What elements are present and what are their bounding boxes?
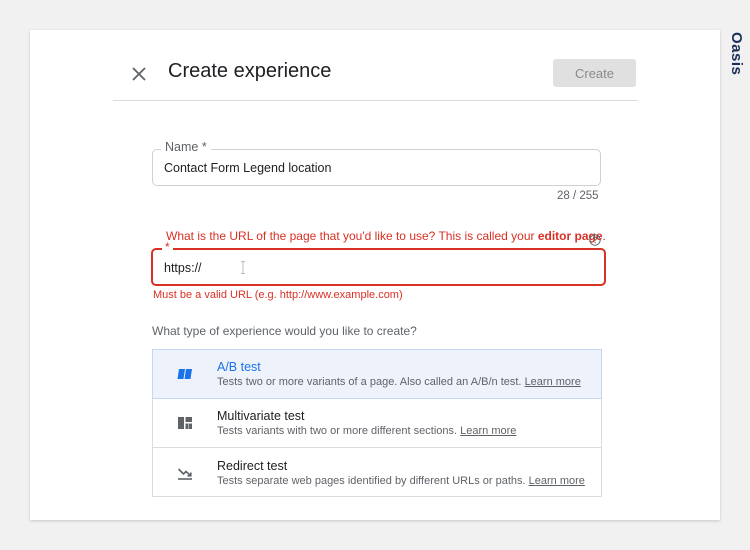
url-required-marker: *	[162, 241, 173, 253]
name-field-label: Name *	[161, 140, 211, 154]
url-question-suffix: .	[602, 229, 606, 243]
url-input[interactable]	[151, 248, 606, 286]
url-error-message: Must be a valid URL (e.g. http://www.exa…	[153, 289, 403, 301]
ab-test-icon	[177, 369, 192, 379]
dialog-title: Create experience	[168, 60, 332, 82]
type-option-desc-text: Tests variants with two or more differen…	[217, 425, 458, 437]
experience-type-question: What type of experience would you like t…	[152, 324, 417, 338]
type-option-multivariate[interactable]: Multivariate test Tests variants with tw…	[153, 399, 601, 448]
header-divider	[113, 100, 638, 101]
type-option-title: Redirect test	[217, 459, 288, 473]
type-option-title: A/B test	[217, 360, 261, 374]
type-option-desc-text: Tests separate web pages identified by d…	[217, 475, 526, 487]
url-question: What is the URL of the page that you'd l…	[166, 229, 606, 243]
type-option-description: Tests variants with two or more differen…	[217, 425, 516, 437]
text-cursor-icon	[241, 261, 245, 274]
learn-more-link[interactable]: Learn more	[460, 425, 516, 437]
experience-type-list: A/B test Tests two or more variants of a…	[152, 349, 602, 497]
close-button[interactable]	[127, 62, 151, 86]
learn-more-link[interactable]: Learn more	[525, 376, 581, 388]
multivariate-icon	[178, 417, 192, 429]
type-option-description: Tests two or more variants of a page. Al…	[217, 376, 581, 388]
name-input-value[interactable]: Contact Form Legend location	[164, 161, 331, 175]
oasis-watermark: Oasis	[727, 32, 749, 92]
type-option-title: Multivariate test	[217, 409, 305, 423]
name-char-counter: 28 / 255	[557, 190, 599, 202]
type-option-description: Tests separate web pages identified by d…	[217, 475, 585, 487]
close-icon	[132, 67, 146, 81]
type-option-desc-text: Tests two or more variants of a page. Al…	[217, 376, 522, 388]
type-option-redirect[interactable]: Redirect test Tests separate web pages i…	[153, 449, 601, 498]
watermark-text: Oasis	[728, 32, 745, 76]
help-icon[interactable]	[589, 234, 601, 246]
redirect-icon	[177, 468, 192, 480]
url-question-text: What is the URL of the page that you'd l…	[166, 229, 538, 243]
learn-more-link[interactable]: Learn more	[529, 475, 585, 487]
type-option-ab-test[interactable]: A/B test Tests two or more variants of a…	[152, 349, 602, 399]
create-button[interactable]: Create	[553, 59, 636, 87]
url-input-value[interactable]: https://	[164, 261, 202, 275]
